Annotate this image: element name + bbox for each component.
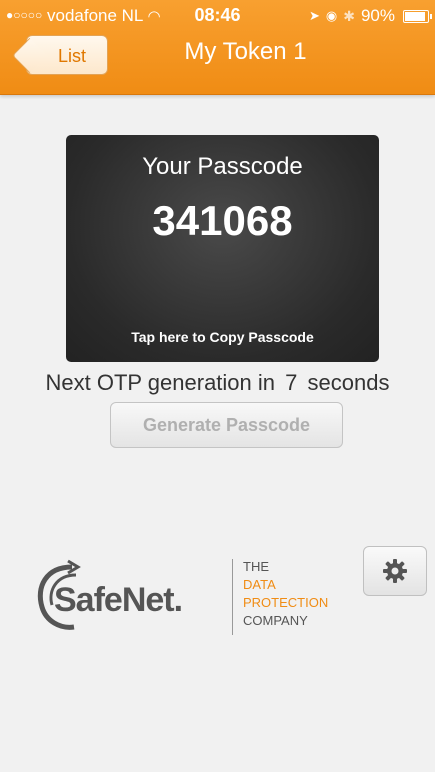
battery-icon [403,9,432,23]
next-otp-countdown: Next OTP generation in 7 seconds [0,370,435,396]
tagline-protection: PROTECTION [243,595,329,610]
alarm-icon: ◉ [325,8,338,23]
safenet-logo: SafeNet. THE DATA PROTECTION COMPANY [34,555,344,640]
screen: ●○○○○ vodafone NL ◠ 08:46 ➤ ◉ ✱ 90% List… [0,0,435,772]
nav-bar: ●○○○○ vodafone NL ◠ 08:46 ➤ ◉ ✱ 90% List… [0,0,435,95]
tagline-company: COMPANY [243,613,308,628]
page-title: My Token 1 [184,38,307,65]
next-otp-suffix: seconds [307,370,390,395]
next-otp-prefix: Next OTP generation in [45,370,276,395]
passcode-card[interactable]: Your Passcode 341068 Tap here to Copy Pa… [66,135,379,362]
location-icon: ➤ [308,8,320,23]
gear-icon [383,559,407,583]
passcode-value: 341068 [152,197,293,244]
battery-fill [405,11,425,21]
status-indicators: ➤ ◉ ✱ 90% [308,6,432,26]
next-otp-seconds: 7 [285,370,298,395]
logo-divider [232,559,233,635]
status-bar: ●○○○○ vodafone NL ◠ 08:46 ➤ ◉ ✱ 90% [0,0,435,30]
battery-percent: 90% [360,6,395,25]
settings-button[interactable] [363,546,427,596]
tagline-the: THE [243,559,269,574]
passcode-title: Your Passcode [142,153,303,180]
safenet-wordmark: SafeNet. [54,581,183,619]
bluetooth-icon: ✱ [343,7,355,24]
copy-passcode-hint: Tap here to Copy Passcode [131,329,314,345]
generate-passcode-button[interactable]: Generate Passcode [110,402,343,448]
tagline-data: DATA [243,577,276,592]
